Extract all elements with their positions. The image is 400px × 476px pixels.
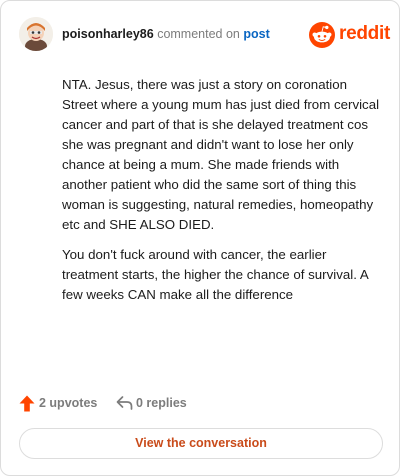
comment-card: poisonharley86 commented on post reddit … (0, 0, 400, 476)
reddit-snoo-icon (309, 22, 335, 48)
comment-paragraph: NTA. Jesus, there was just a story on co… (62, 77, 380, 232)
avatar[interactable] (19, 17, 53, 51)
reply-arrow-icon (116, 396, 133, 410)
reply-button[interactable]: 0 replies (116, 394, 216, 414)
comment-meta: poisonharley86 commented on post (62, 27, 270, 41)
comment-paragraph: You don't fuck around with cancer, the e… (62, 247, 368, 302)
username[interactable]: poisonharley86 (62, 27, 154, 41)
commented-on-text: commented on (157, 27, 240, 41)
comment-actions: 2 upvotes 0 replies (19, 394, 385, 414)
comment-header: poisonharley86 commented on post reddit (19, 17, 390, 51)
reddit-logo[interactable]: reddit (309, 22, 390, 48)
view-conversation-button[interactable]: View the conversation (19, 428, 383, 459)
reddit-wordmark: reddit (339, 23, 390, 44)
upvote-count: 2 upvotes (39, 396, 98, 410)
post-link[interactable]: post (243, 27, 269, 41)
upvote-button[interactable]: 2 upvotes (19, 394, 109, 414)
comment-body: NTA. Jesus, there was just a story on co… (62, 75, 380, 315)
upvote-arrow-icon (19, 395, 35, 412)
avatar-image (19, 17, 53, 51)
reply-count: 0 replies (136, 396, 187, 410)
